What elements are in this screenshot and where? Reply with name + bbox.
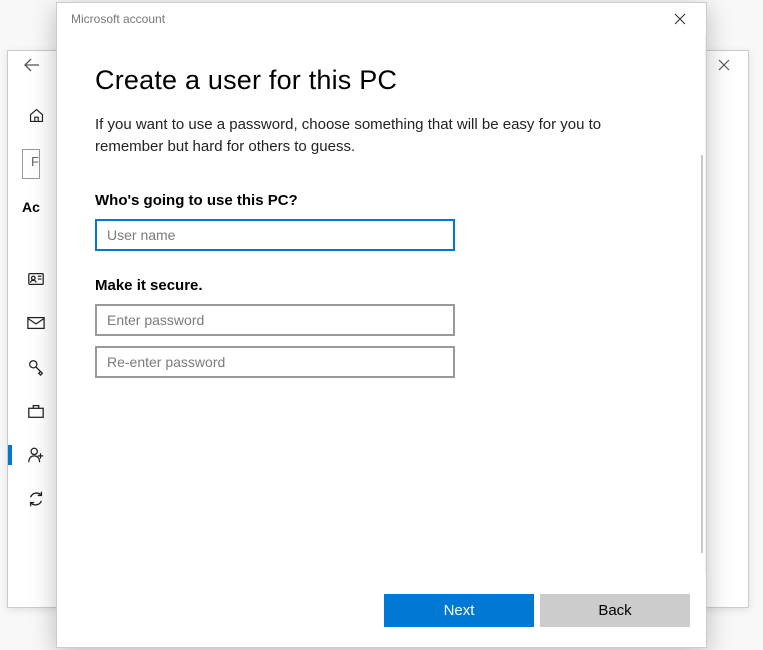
sync-settings-icon[interactable] <box>16 481 56 517</box>
back-button[interactable]: Back <box>540 594 690 627</box>
close-icon[interactable] <box>658 4 702 34</box>
back-arrow-icon[interactable] <box>16 54 48 81</box>
dialog-footer: Next Back <box>57 573 706 647</box>
page-title: Create a user for this PC <box>95 65 667 96</box>
password-input[interactable] <box>95 304 455 336</box>
reenter-password-input[interactable] <box>95 346 455 378</box>
sign-in-options-icon[interactable] <box>16 349 56 385</box>
username-input[interactable] <box>95 219 455 251</box>
work-access-icon[interactable] <box>16 393 56 429</box>
your-info-icon[interactable] <box>16 261 56 297</box>
dialog-titlebar: Microsoft account <box>57 3 706 35</box>
create-user-dialog: Microsoft account Create a user for this… <box>56 2 707 648</box>
who-section-label: Who's going to use this PC? <box>95 192 667 209</box>
dialog-body: Create a user for this PC If you want to… <box>57 35 706 573</box>
scrollbar[interactable] <box>701 155 703 553</box>
page-description: If you want to use a password, choose so… <box>95 114 667 158</box>
home-icon[interactable] <box>28 95 45 135</box>
secure-section-label: Make it secure. <box>95 277 667 294</box>
settings-close-icon[interactable] <box>708 54 740 80</box>
dialog-window-title: Microsoft account <box>71 12 165 26</box>
settings-search-input[interactable]: F <box>22 149 40 179</box>
family-users-icon[interactable] <box>16 437 56 473</box>
next-button[interactable]: Next <box>384 594 534 627</box>
email-icon[interactable] <box>16 305 56 341</box>
